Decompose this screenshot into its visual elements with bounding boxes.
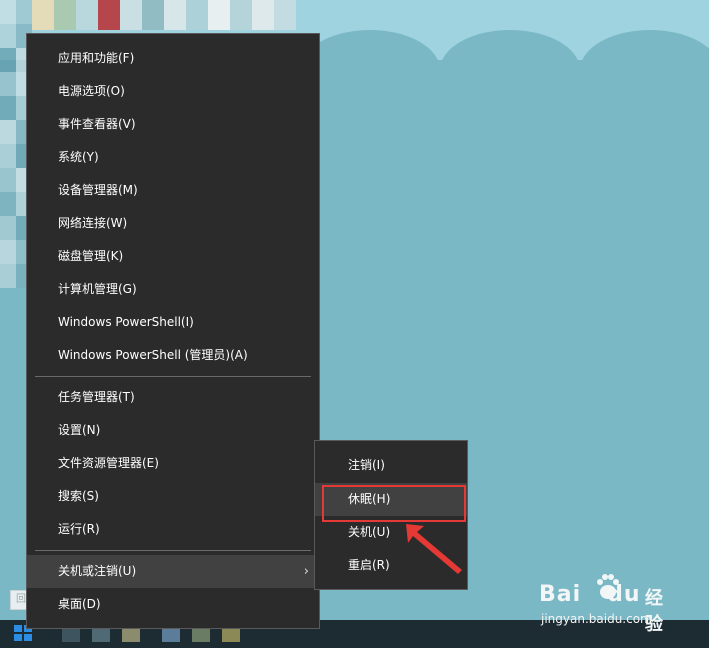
blurred-icon-strip: [32, 0, 302, 30]
menu-item-device-manager[interactable]: 设备管理器(M): [27, 174, 319, 207]
wave-shape: [300, 30, 440, 110]
paw-icon: [597, 574, 619, 599]
menu-item-computer-management[interactable]: 计算机管理(G): [27, 273, 319, 306]
menu-item-label: 关机或注销(U): [58, 564, 137, 578]
highlight-box: [322, 485, 466, 522]
menu-item-event-viewer[interactable]: 事件查看器(V): [27, 108, 319, 141]
menu-item-desktop[interactable]: 桌面(D): [27, 588, 319, 621]
menu-separator: [35, 550, 311, 551]
watermark-logo-text: Bai du: [539, 582, 641, 607]
wave-shape: [580, 30, 709, 110]
menu-item-network-connections[interactable]: 网络连接(W): [27, 207, 319, 240]
menu-item-powershell[interactable]: Windows PowerShell(I): [27, 306, 319, 339]
menu-item-file-explorer[interactable]: 文件资源管理器(E): [27, 447, 319, 480]
menu-item-apps-features[interactable]: 应用和功能(F): [27, 42, 319, 75]
annotation-arrow-icon: [406, 524, 462, 574]
menu-item-shutdown-signout[interactable]: 关机或注销(U) ›: [27, 555, 319, 588]
menu-separator: [35, 376, 311, 377]
menu-item-powershell-admin[interactable]: Windows PowerShell (管理员)(A): [27, 339, 319, 372]
menu-item-task-manager[interactable]: 任务管理器(T): [27, 381, 319, 414]
baidu-jingyan-watermark: Bai du 经验 jingyan.baidu.com: [539, 570, 679, 635]
chevron-right-icon: ›: [303, 564, 309, 579]
menu-item-search[interactable]: 搜索(S): [27, 480, 319, 513]
menu-item-run[interactable]: 运行(R): [27, 513, 319, 546]
menu-item-disk-management[interactable]: 磁盘管理(K): [27, 240, 319, 273]
watermark-url: jingyan.baidu.com: [541, 612, 652, 626]
submenu-item-sign-out[interactable]: 注销(I): [315, 449, 467, 482]
menu-item-settings[interactable]: 设置(N): [27, 414, 319, 447]
menu-item-power-options[interactable]: 电源选项(O): [27, 75, 319, 108]
wave-shape: [440, 30, 580, 110]
menu-item-system[interactable]: 系统(Y): [27, 141, 319, 174]
watermark-brand: 经验: [645, 588, 663, 635]
winx-context-menu: 应用和功能(F) 电源选项(O) 事件查看器(V) 系统(Y) 设备管理器(M)…: [26, 33, 320, 629]
